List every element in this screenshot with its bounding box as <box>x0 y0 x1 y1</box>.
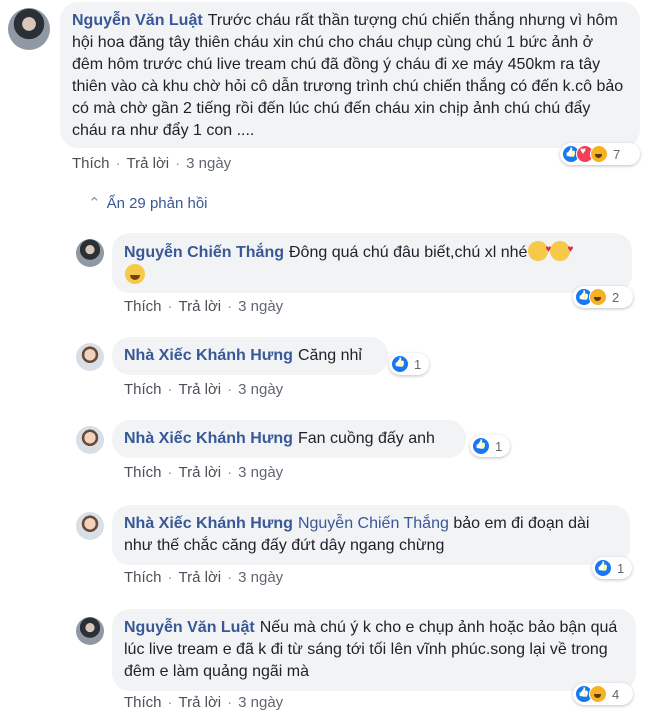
like-icon <box>594 559 612 577</box>
kissing-emoji-icon <box>550 239 573 261</box>
timestamp[interactable]: 3 ngày <box>238 381 283 398</box>
avatar-nha-xiec-khanh-hung[interactable] <box>76 426 104 454</box>
mention-link[interactable]: Nguyễn Chiến Thắng <box>298 515 449 532</box>
reply-bubble: Nhà Xiếc Khánh Hưng Nguyễn Chiến Thắng bả… <box>112 505 630 565</box>
reply-link[interactable]: Trả lời <box>179 569 222 586</box>
reply-link[interactable]: Trả lời <box>127 155 170 172</box>
reply-text: Căng nhỉ <box>297 347 362 364</box>
haha-icon <box>590 145 608 163</box>
haha-icon <box>589 288 607 306</box>
reply-author[interactable]: Nhà Xiếc Khánh Hưng <box>124 430 293 447</box>
comment-author[interactable]: Nguyễn Văn Luật <box>72 12 203 29</box>
avatar-nha-xiec-khanh-hung[interactable] <box>76 512 104 540</box>
reply-text: Đông quá chú đâu biết,chú xl nhé <box>289 244 528 261</box>
reaction-summary[interactable]: 2 <box>573 286 633 308</box>
reply-author[interactable]: Nguyễn Văn Luật <box>124 619 255 636</box>
reply-text: Fan cuồng đấy anh <box>297 430 435 447</box>
reaction-summary[interactable]: 1 <box>389 353 429 375</box>
avatar-nguyen-van-luat[interactable] <box>76 617 104 645</box>
reply-actions: Thích · Trả lời · 3 ngày <box>124 381 284 398</box>
reply-author[interactable]: Nhà Xiếc Khánh Hưng <box>124 347 293 364</box>
reply-bubble: Nguyễn Văn Luật Nếu mà chú ý k cho e chụp… <box>112 609 636 691</box>
hide-replies-link[interactable]: ⌃ Ẩn 29 phản hồi <box>88 194 208 212</box>
timestamp[interactable]: 3 ngày <box>238 569 283 586</box>
timestamp[interactable]: 3 ngày <box>238 694 283 711</box>
haha-icon <box>589 685 607 703</box>
reaction-summary[interactable]: 1 <box>470 435 510 457</box>
reaction-count: 1 <box>414 356 422 372</box>
like-icon <box>472 437 490 455</box>
like-link[interactable]: Thích <box>124 569 162 586</box>
avatar-nguyen-chien-thang[interactable] <box>76 239 104 267</box>
reaction-count: 2 <box>612 289 620 305</box>
reply-bubble: Nguyễn Chiến Thắng Đông quá chú đâu biết,… <box>112 233 632 293</box>
reaction-summary[interactable]: 4 <box>573 683 633 705</box>
reaction-count: 4 <box>612 686 620 702</box>
reply-bubble: Nhà Xiếc Khánh Hưng Fan cuồng đấy anh <box>112 420 466 458</box>
laughing-emoji-icon <box>125 264 145 284</box>
timestamp[interactable]: 3 ngày <box>238 298 283 315</box>
comment-text: Trước cháu rất thần tượng chú chiến thắn… <box>72 12 624 139</box>
reply-link[interactable]: Trả lời <box>179 694 222 711</box>
reply-link[interactable]: Trả lời <box>179 464 222 481</box>
kissing-emoji-icon <box>528 239 551 261</box>
reply-link[interactable]: Trả lời <box>179 298 222 315</box>
like-link[interactable]: Thích <box>124 464 162 481</box>
like-link[interactable]: Thích <box>124 694 162 711</box>
reply-author[interactable]: Nguyễn Chiến Thắng <box>124 244 284 261</box>
reply-author[interactable]: Nhà Xiếc Khánh Hưng <box>124 515 293 532</box>
like-link[interactable]: Thích <box>72 155 110 172</box>
reply-actions: Thích · Trả lời · 3 ngày <box>124 298 284 315</box>
timestamp[interactable]: 3 ngày <box>186 155 231 172</box>
reply-actions: Thích · Trả lời · 3 ngày <box>124 569 284 586</box>
like-icon <box>391 355 409 373</box>
reaction-summary[interactable]: 7 <box>560 143 640 165</box>
chevron-up-icon: ⌃ <box>88 195 101 212</box>
reaction-count: 7 <box>613 146 621 162</box>
avatar-nha-xiec-khanh-hung[interactable] <box>76 343 104 371</box>
comment-bubble: Nguyễn Văn Luật Trước cháu rất thần tượng… <box>60 2 640 148</box>
reaction-count: 1 <box>495 438 503 454</box>
reaction-count: 1 <box>617 560 625 576</box>
reply-actions: Thích · Trả lời · 3 ngày <box>124 464 284 481</box>
reaction-summary[interactable]: 1 <box>592 557 632 579</box>
comment-actions: Thích · Trả lời · 3 ngày <box>72 155 232 172</box>
avatar-nguyen-van-luat[interactable] <box>8 8 50 50</box>
reply-actions: Thích · Trả lời · 3 ngày <box>124 694 284 711</box>
reply-bubble: Nhà Xiếc Khánh Hưng Căng nhỉ <box>112 337 388 375</box>
like-link[interactable]: Thích <box>124 381 162 398</box>
reply-link[interactable]: Trả lời <box>179 381 222 398</box>
like-link[interactable]: Thích <box>124 298 162 315</box>
timestamp[interactable]: 3 ngày <box>238 464 283 481</box>
